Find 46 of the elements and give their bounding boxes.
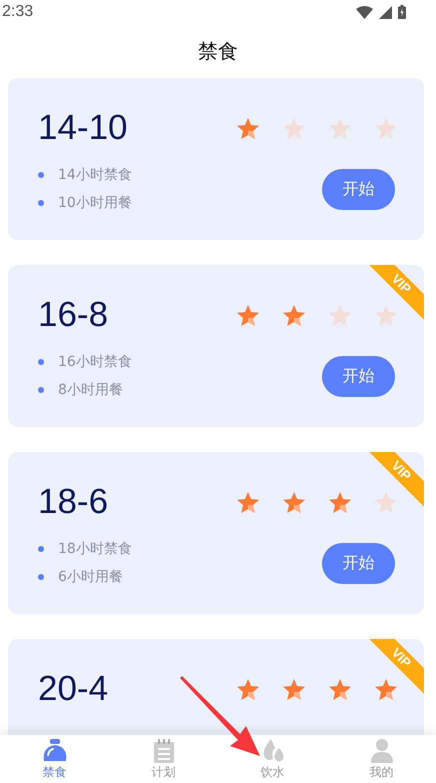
plan-detail: 6小时用餐 <box>58 568 123 586</box>
nav-tab[interactable]: 饮水 <box>218 735 327 783</box>
star-icon <box>237 304 259 326</box>
plan-detail: 8小时用餐 <box>58 381 123 399</box>
start-button[interactable]: 开始 <box>322 168 395 210</box>
star-icon <box>237 118 259 138</box>
person-icon <box>370 739 392 763</box>
star-icon <box>329 304 351 326</box>
plan-name: 18-6 <box>38 482 108 522</box>
start-button[interactable]: 开始 <box>322 356 395 396</box>
notepad-icon <box>152 739 174 763</box>
plan-card[interactable]: 14-10 14小时禁食 10小时用餐 开始 <box>8 78 424 240</box>
star-icon <box>329 118 351 138</box>
page-title: 禁食 <box>198 38 238 64</box>
star-icon <box>329 678 351 700</box>
start-button[interactable]: 开始 <box>322 542 395 584</box>
plan-detail: 10小时用餐 <box>58 194 132 212</box>
plan-detail: 18小时禁食 <box>58 540 132 558</box>
star-icon <box>375 492 397 512</box>
plan-card[interactable]: VIP 20-4 <box>8 639 424 735</box>
star-icon <box>283 492 305 512</box>
status-time: 2:33 <box>2 3 34 21</box>
star-icon <box>283 304 305 326</box>
star-icon <box>237 492 259 512</box>
nav-tab[interactable]: 禁食 <box>0 735 109 783</box>
wifi-icon <box>356 6 373 18</box>
signal-icon <box>379 6 392 18</box>
bowl-icon <box>42 739 68 763</box>
star-icon <box>375 118 397 138</box>
star-icon <box>283 678 305 700</box>
water-drops-icon <box>260 739 284 763</box>
plan-name: 16-8 <box>38 295 108 335</box>
star-icon <box>283 118 305 138</box>
star-icon <box>329 492 351 512</box>
nav-tab[interactable]: 计划 <box>109 735 218 783</box>
nav-tab[interactable]: 我的 <box>327 735 436 783</box>
battery-icon <box>398 5 406 19</box>
star-icon <box>237 678 259 700</box>
plan-card[interactable]: VIP 18-6 18小时禁食 6小时用餐 开始 <box>8 452 424 614</box>
plan-detail: 16小时禁食 <box>58 353 132 371</box>
plan-card[interactable]: VIP 16-8 16小时禁食 8小时用餐 开始 <box>8 265 424 427</box>
plan-detail: 14小时禁食 <box>58 166 132 184</box>
star-icon <box>375 678 397 700</box>
plan-name: 20-4 <box>38 669 108 709</box>
plan-name: 14-10 <box>38 108 128 148</box>
star-icon <box>375 304 397 326</box>
